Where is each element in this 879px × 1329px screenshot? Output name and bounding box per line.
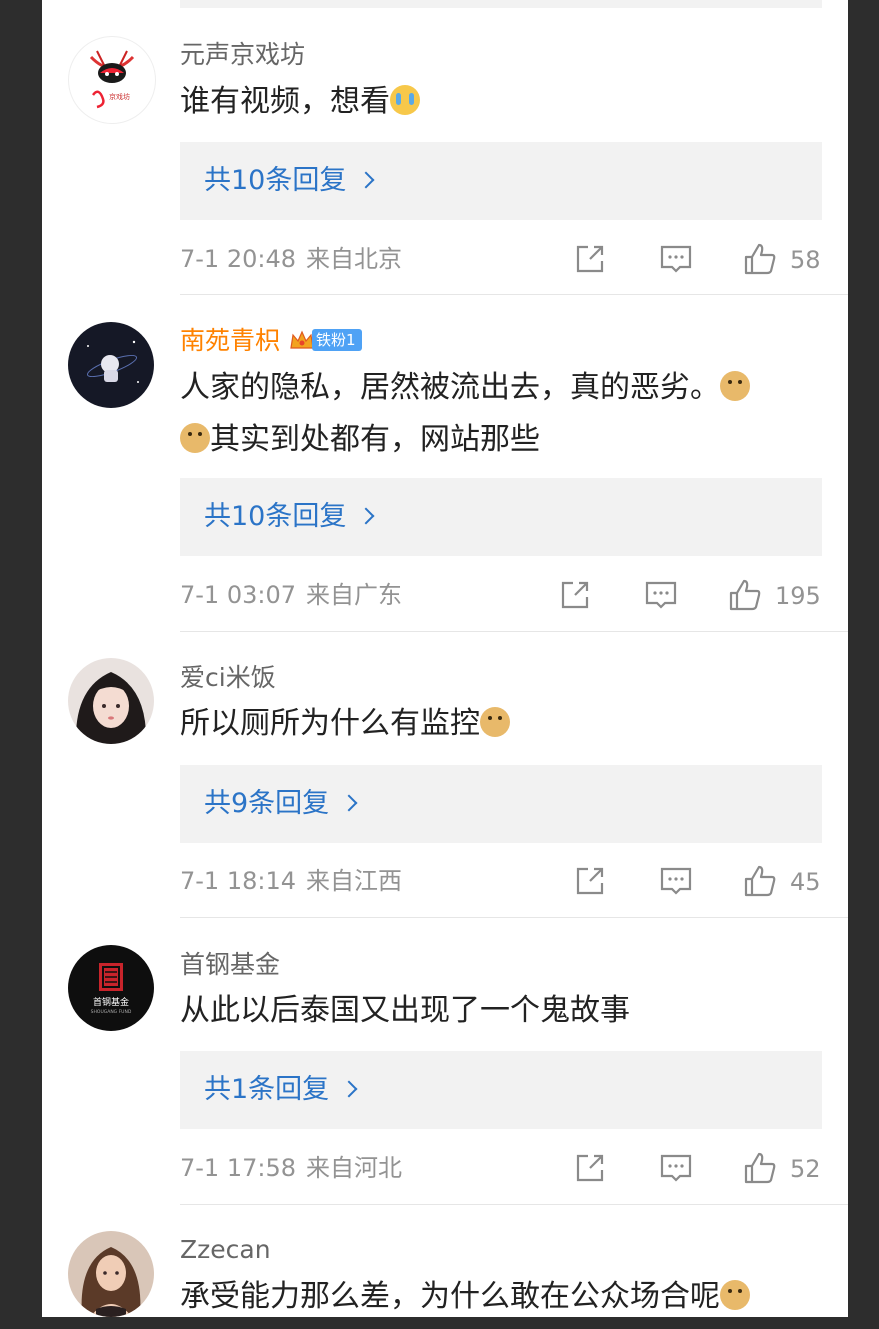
- username[interactable]: 南苑青枳 铁粉1: [180, 326, 362, 356]
- chevron-right-icon: [357, 171, 375, 189]
- like-icon[interactable]: [742, 1150, 778, 1186]
- avatar[interactable]: [68, 322, 154, 408]
- location: 来自北京: [306, 245, 402, 273]
- reply-box[interactable]: 共1条回复: [180, 1051, 822, 1129]
- timestamp: 7-1 18:14: [180, 867, 296, 895]
- comment-list: 京戏坊 元声京戏坊 谁有视频，想看 共10条回复 7-1 20:48 来自北京: [42, 0, 848, 1317]
- reply-box[interactable]: 共10条回复: [180, 142, 822, 220]
- location: 来自广东: [306, 581, 402, 609]
- like-icon[interactable]: [742, 241, 778, 277]
- location: 来自江西: [306, 867, 402, 895]
- username[interactable]: Zzecan: [180, 1235, 271, 1265]
- doge-emoji-icon: [180, 423, 210, 453]
- svg-text:京戏坊: 京戏坊: [109, 92, 130, 101]
- reply-box[interactable]: 共10条回复: [180, 478, 822, 556]
- comment-meta: 7-1 03:07 来自广东: [180, 580, 402, 610]
- comment-text: 所以厕所为什么有监控: [180, 698, 830, 750]
- chevron-right-icon: [340, 794, 358, 812]
- comment-meta: 7-1 18:14 来自江西: [180, 866, 402, 896]
- astronaut-avatar: [86, 340, 139, 383]
- divider: [180, 294, 848, 295]
- share-icon[interactable]: [572, 1150, 608, 1186]
- comment-text: 人家的隐私，居然被流出去，真的恶劣。 其实到处都有，网站那些: [180, 362, 830, 466]
- doge-emoji-icon: [720, 371, 750, 401]
- divider: [180, 917, 848, 918]
- share-icon[interactable]: [557, 577, 593, 613]
- fan-badge[interactable]: 铁粉1: [288, 328, 362, 352]
- chevron-right-icon: [357, 507, 375, 525]
- view-replies-link[interactable]: 共10条回复: [204, 478, 375, 556]
- avatar[interactable]: [68, 1231, 154, 1317]
- avatar[interactable]: 京戏坊: [68, 36, 156, 124]
- share-icon[interactable]: [572, 863, 608, 899]
- timestamp: 7-1 17:58: [180, 1154, 296, 1182]
- chevron-right-icon: [340, 1080, 358, 1098]
- view-replies-link[interactable]: 共1条回复: [204, 1051, 358, 1129]
- like-count: 58: [790, 246, 821, 274]
- comment-text: 承受能力那么差，为什么敢在公众场合呢: [180, 1271, 830, 1317]
- svg-text:首钢基金: 首钢基金: [93, 996, 129, 1008]
- action-bar: 45: [572, 863, 832, 903]
- view-replies-link[interactable]: 共10条回复: [204, 142, 375, 220]
- girl-portrait-avatar: [75, 672, 147, 744]
- comment-icon[interactable]: [658, 1150, 694, 1186]
- location: 来自河北: [306, 1154, 402, 1182]
- comment-meta: 7-1 20:48 来自北京: [180, 244, 402, 274]
- comment-text: 谁有视频，想看: [180, 76, 830, 128]
- share-icon[interactable]: [572, 241, 608, 277]
- divider: [180, 631, 848, 632]
- username[interactable]: 元声京戏坊: [180, 40, 305, 70]
- reply-box[interactable]: 共9条回复: [180, 765, 822, 843]
- like-icon[interactable]: [742, 863, 778, 899]
- previous-reply-box[interactable]: [180, 0, 822, 8]
- timestamp: 7-1 03:07: [180, 581, 296, 609]
- opera-mask-logo: 京戏坊: [89, 50, 135, 109]
- comment-icon[interactable]: [658, 863, 694, 899]
- doge-emoji-icon: [720, 1280, 750, 1310]
- action-bar: 52: [572, 1150, 832, 1190]
- like-count: 52: [790, 1155, 821, 1183]
- comment-icon[interactable]: [658, 241, 694, 277]
- username[interactable]: 爱ci米饭: [180, 663, 276, 693]
- action-bar: 195: [557, 577, 832, 617]
- svg-text:SHOUGANG FUND: SHOUGANG FUND: [91, 1009, 132, 1015]
- doge-emoji-icon: [480, 707, 510, 737]
- like-count: 45: [790, 868, 821, 896]
- comment-text: 从此以后泰国又出现了一个鬼故事: [180, 993, 630, 1028]
- woman-portrait-avatar: [81, 1247, 141, 1317]
- avatar[interactable]: [68, 658, 154, 744]
- crying-emoji-icon: [390, 85, 420, 115]
- view-replies-link[interactable]: 共9条回复: [204, 765, 358, 843]
- comment-meta: 7-1 17:58 来自河北: [180, 1153, 402, 1183]
- action-bar: 58: [572, 241, 832, 281]
- like-count: 195: [775, 582, 821, 610]
- divider: [180, 1204, 848, 1205]
- like-icon[interactable]: [727, 577, 763, 613]
- comment-icon[interactable]: [643, 577, 679, 613]
- avatar[interactable]: 首钢基金 SHOUGANG FUND: [68, 945, 154, 1031]
- username[interactable]: 首钢基金: [180, 950, 280, 980]
- timestamp: 7-1 20:48: [180, 245, 296, 273]
- shougang-fund-logo: 首钢基金 SHOUGANG FUND: [91, 963, 132, 1015]
